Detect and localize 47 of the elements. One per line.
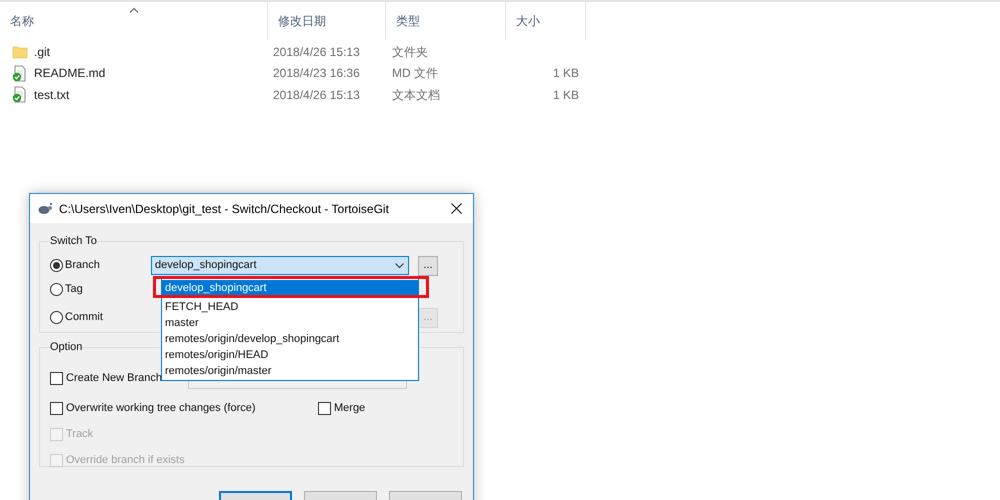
sort-caret-icon [129, 7, 138, 13]
modified-date: 2018/4/26 15:13 [273, 88, 360, 102]
column-header[interactable]: 修改日期 [268, 2, 386, 40]
checkbox[interactable] [318, 402, 331, 415]
tortoise-icon [37, 202, 53, 216]
file-name[interactable]: test.txt [32, 86, 70, 104]
close-icon[interactable] [451, 203, 462, 214]
radio-button[interactable] [50, 259, 63, 272]
modified-date: 2018/4/26 15:13 [273, 44, 360, 59]
column-header[interactable]: 类型 [386, 2, 506, 40]
file-type: MD 文件 [392, 66, 438, 80]
browse-button[interactable]: ... [418, 256, 438, 276]
folder-icon [12, 44, 28, 60]
dropdown-item[interactable]: remotes/origin/HEAD [162, 347, 418, 363]
radio-button[interactable] [50, 311, 63, 324]
dropdown-item[interactable]: master [162, 315, 418, 331]
dropdown-item[interactable]: develop_shopingcart [162, 280, 418, 296]
group-title: Option [50, 340, 82, 355]
file-name[interactable]: README.md [32, 64, 106, 82]
chevron-down-icon [395, 262, 404, 268]
file-type: 文本文档 [392, 88, 440, 102]
radio-label: Branch [65, 258, 101, 274]
radio-button[interactable] [50, 283, 63, 296]
dropdown-item[interactable]: remotes/origin/master [162, 363, 418, 379]
modified-date: 2018/4/23 16:36 [273, 66, 360, 80]
checkbox[interactable] [50, 372, 63, 385]
checkbox[interactable] [50, 402, 63, 415]
checked-file-icon [12, 86, 28, 104]
branch-combobox[interactable]: develop_shopingcart [151, 256, 409, 275]
checkbox-label: Override branch if exists [66, 453, 185, 468]
checkbox-label: Track [66, 427, 94, 442]
column-header[interactable]: 大小 [506, 2, 586, 40]
dropdown-item[interactable]: FETCH_HEAD [162, 299, 418, 315]
radio-label: Tag [65, 282, 84, 298]
window-title: C:\Users\Iven\Desktop\git_test - Switch/Checkout - TortoiseGit [59, 200, 389, 218]
file-size: 1 KB [552, 65, 579, 82]
file-size: 1 KB [552, 86, 579, 104]
dropdown-item[interactable]: remotes/origin/develop_shopingcart [162, 331, 418, 347]
group-title: Switch To [50, 234, 97, 249]
file-type: 文件夹 [392, 44, 428, 59]
checkbox-label: Overwrite working tree changes (force) [66, 401, 256, 416]
checked-file-icon [12, 64, 28, 82]
radio-label: Commit [65, 310, 104, 326]
checkbox-label: Merge [334, 401, 366, 416]
file-name[interactable]: .git [32, 42, 50, 61]
checkbox-label: Create New Branch [66, 371, 162, 386]
column-header[interactable]: 名称 [0, 2, 268, 40]
